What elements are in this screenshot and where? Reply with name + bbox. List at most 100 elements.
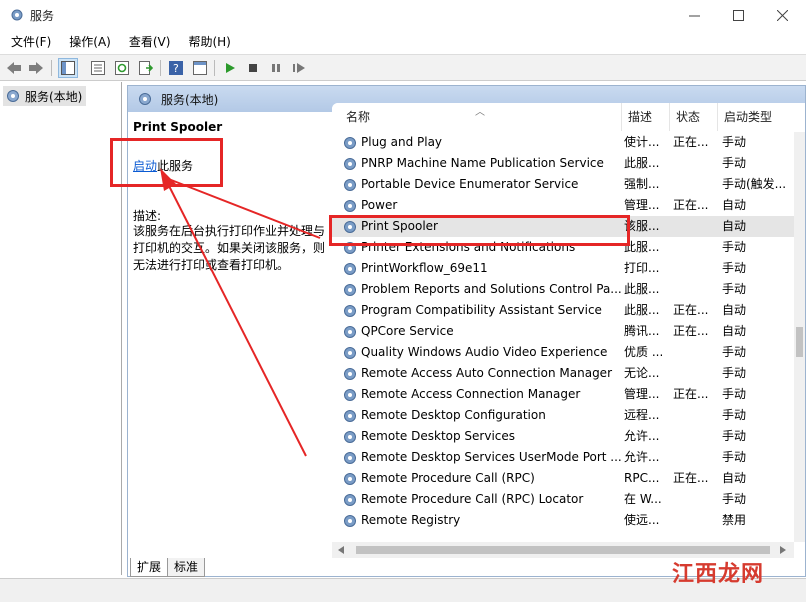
service-description: 优质 ...	[624, 345, 662, 359]
service-startup-type: 手动	[722, 240, 747, 254]
service-startup-type: 手动	[722, 135, 747, 149]
menu-view[interactable]: 查看(V)	[120, 31, 180, 54]
maximize-button[interactable]	[716, 0, 760, 31]
table-row[interactable]: Program Compatibility Assistant Service 此…	[332, 300, 794, 321]
service-name-cell: Remote Procedure Call (RPC) Locator	[342, 489, 622, 510]
column-header-row: 名称 ︿ 描述 状态 启动类型	[332, 103, 805, 131]
table-row[interactable]: Remote Desktop Configuration 远程... 手动	[332, 405, 794, 426]
menu-help[interactable]: 帮助(H)	[179, 31, 239, 54]
column-status[interactable]: 状态	[670, 103, 718, 131]
service-startup-type: 手动	[722, 408, 747, 422]
service-startup-type: 手动	[722, 450, 747, 464]
properties-button[interactable]	[88, 58, 108, 78]
table-row[interactable]: Remote Access Auto Connection Manager 无论.…	[332, 363, 794, 384]
table-row[interactable]: Remote Procedure Call (RPC) Locator 在 W..…	[332, 489, 794, 510]
refresh-icon	[115, 61, 129, 75]
selected-service-title: Print Spooler	[133, 120, 223, 134]
gear-icon	[344, 304, 356, 317]
service-description: 腾讯...	[624, 324, 660, 338]
export-icon	[139, 61, 153, 75]
gear-icon	[344, 262, 356, 275]
back-button[interactable]	[4, 58, 24, 78]
service-name-cell: Remote Desktop Configuration	[342, 405, 622, 426]
table-row[interactable]: Quality Windows Audio Video Experience 优质…	[332, 342, 794, 363]
table-row[interactable]: Plug and Play 使计... 正在... 手动	[332, 132, 794, 153]
service-startup-type: 手动(触发...	[722, 177, 787, 191]
menu-action[interactable]: 操作(A)	[60, 31, 120, 54]
service-name: Power	[361, 198, 398, 212]
table-row[interactable]: Remote Desktop Services 允许... 手动	[332, 426, 794, 447]
tab-extended[interactable]: 扩展	[130, 558, 169, 577]
service-name-cell: Remote Access Auto Connection Manager	[342, 363, 622, 384]
view-button[interactable]	[190, 58, 210, 78]
menu-bar: 文件(F) 操作(A) 查看(V) 帮助(H)	[0, 31, 806, 54]
maximize-icon	[732, 10, 744, 21]
tab-standard[interactable]: 标准	[167, 558, 206, 577]
service-name: PrintWorkflow_69e11	[361, 261, 488, 275]
service-name: Remote Desktop Configuration	[361, 408, 546, 422]
restart-service-button[interactable]	[289, 58, 309, 78]
service-name: Remote Access Connection Manager	[361, 387, 581, 401]
stop-service-button[interactable]	[243, 58, 263, 78]
service-name-cell: PNRP Machine Name Publication Service	[342, 153, 622, 174]
table-row[interactable]: PrintWorkflow_69e11 打印... 手动	[332, 258, 794, 279]
stop-icon	[249, 64, 257, 72]
table-row[interactable]: PNRP Machine Name Publication Service 此服.…	[332, 153, 794, 174]
service-status	[673, 279, 713, 300]
horizontal-scroll-thumb[interactable]	[356, 546, 770, 554]
service-name-cell: Program Compatibility Assistant Service	[342, 300, 622, 321]
pause-service-button[interactable]	[266, 58, 286, 78]
service-startup-type: 手动	[722, 492, 747, 506]
gear-icon	[344, 157, 356, 170]
forward-button[interactable]	[26, 58, 46, 78]
service-name-cell: Portable Device Enumerator Service	[342, 174, 622, 195]
watermark: 江西龙网	[672, 561, 765, 587]
vertical-scrollbar[interactable]	[794, 132, 805, 542]
table-row[interactable]: Remote Registry 使远... 禁用	[332, 510, 794, 531]
console-tree-button[interactable]	[58, 58, 78, 78]
column-description[interactable]: 描述	[622, 103, 670, 131]
service-startup-type: 手动	[722, 345, 747, 359]
service-status	[673, 510, 713, 531]
export-button[interactable]	[136, 58, 156, 78]
table-row[interactable]: Remote Access Connection Manager 管理... 正在.…	[332, 384, 794, 405]
gear-icon	[344, 367, 356, 380]
svg-text:?: ?	[173, 62, 179, 75]
tree-item-services-local[interactable]: 服务(本地)	[3, 86, 87, 106]
service-startup-type: 自动	[722, 303, 747, 317]
service-startup-type: 手动	[722, 156, 747, 170]
arrow-right-icon	[29, 62, 43, 74]
start-service-button[interactable]	[220, 58, 240, 78]
service-name-cell: QPCore Service	[342, 321, 622, 342]
panel-title: 服务(本地)	[161, 92, 219, 107]
column-startup-type[interactable]: 启动类型	[718, 103, 805, 131]
close-button[interactable]	[760, 0, 804, 31]
refresh-button[interactable]	[112, 58, 132, 78]
services-panel: 服务(本地) Print Spooler 启动此服务 描述: 该服务在后台执行打…	[127, 85, 806, 577]
table-row[interactable]: Problem Reports and Solutions Control Pa…	[332, 279, 794, 300]
table-row[interactable]: QPCore Service 腾讯... 正在... 自动	[332, 321, 794, 342]
table-row[interactable]: Power 管理... 正在... 自动	[332, 195, 794, 216]
close-icon	[776, 10, 788, 21]
gear-icon	[344, 346, 356, 359]
menu-file[interactable]: 文件(F)	[0, 31, 60, 54]
pause-icon	[272, 64, 280, 72]
table-row[interactable]: Portable Device Enumerator Service 强制... 手…	[332, 174, 794, 195]
view-tabs: 扩展 标准	[130, 558, 206, 578]
service-name-cell: Remote Registry	[342, 510, 622, 531]
vertical-scroll-thumb[interactable]	[796, 327, 803, 357]
minimize-icon	[688, 15, 700, 17]
gear-icon	[344, 388, 356, 401]
table-row[interactable]: Remote Desktop Services UserMode Port ..…	[332, 447, 794, 468]
help-button[interactable]: ?	[166, 58, 186, 78]
console-tree: 服务(本地)	[0, 82, 122, 575]
service-description: 管理...	[624, 198, 660, 212]
table-row[interactable]: Remote Procedure Call (RPC) RPC... 正在... 自动	[332, 468, 794, 489]
service-name-cell: Problem Reports and Solutions Control Pa…	[342, 279, 622, 300]
minimize-button[interactable]	[672, 0, 716, 31]
print-spooler-highlight	[329, 215, 630, 246]
service-name-cell: Remote Desktop Services UserMode Port ..…	[342, 447, 622, 468]
service-name: Program Compatibility Assistant Service	[361, 303, 602, 317]
tree-item-label: 服务(本地)	[25, 89, 83, 104]
service-startup-type: 自动	[722, 198, 747, 212]
